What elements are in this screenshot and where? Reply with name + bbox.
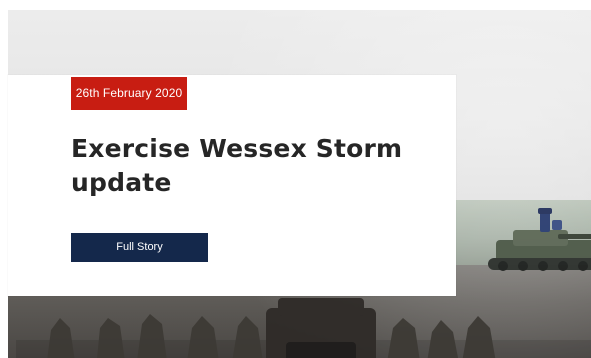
date-badge: 26th February 2020 [71, 77, 187, 110]
soldiers-silhouette [16, 298, 591, 358]
hero-banner: 26th February 2020 Exercise Wessex Storm… [0, 0, 591, 358]
headline-title: Exercise Wessex Storm update [71, 134, 403, 197]
tank-silhouette [488, 208, 591, 271]
full-story-button[interactable]: Full Story [71, 233, 208, 262]
